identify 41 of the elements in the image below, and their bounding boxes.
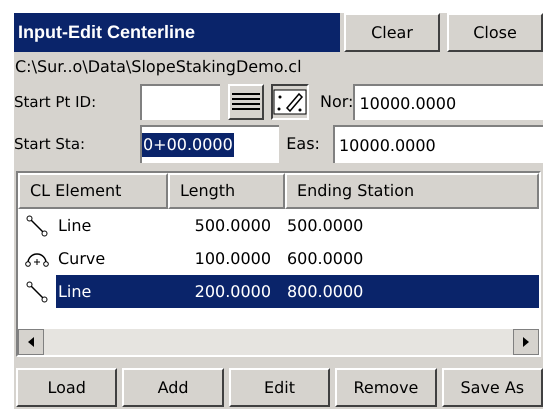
table-cell-text: Line [57, 280, 92, 302]
file-path: C:\Sur..o\Data\SlopeStakingDemo.cl [14, 56, 303, 78]
input-field[interactable]: 10000.0000 [353, 84, 543, 120]
table-cell-text: 800.0000 [286, 280, 364, 302]
table-cell-text: 100.0000 [194, 248, 272, 270]
right-arrow-icon [523, 337, 529, 347]
window-title: Input-Edit Centerline [14, 13, 340, 52]
horizontal-scrollbar[interactable] [18, 329, 539, 355]
list-icon [230, 92, 262, 112]
action-button[interactable]: Add [122, 368, 224, 407]
table-cell-text: 600.0000 [286, 248, 364, 270]
action-button[interactable]: Load [16, 368, 118, 407]
field-label: Start Sta: [14, 134, 86, 155]
field-label: Eas: [286, 133, 321, 155]
line-segment-icon [26, 214, 48, 236]
input-field[interactable]: 10000.0000 [333, 125, 543, 163]
input-field[interactable]: 0+00.0000 [140, 125, 280, 163]
field-label: Nor: [320, 91, 354, 113]
table-row[interactable]: Line 200.0000 800.0000 [56, 275, 539, 308]
table-cell-text: Line [57, 214, 92, 236]
close-button[interactable]: Close [447, 13, 543, 52]
field-label: Start Pt ID: [14, 92, 98, 113]
table-cell-text: Curve [57, 248, 106, 270]
action-button[interactable]: Edit [228, 368, 330, 407]
map-edit-icon [273, 89, 307, 115]
list-button[interactable] [228, 84, 264, 120]
table-cell-text: 500.0000 [286, 214, 364, 236]
table-cell-text: 500.0000 [194, 214, 272, 236]
pick-point-button[interactable] [271, 84, 309, 120]
left-arrow-icon [28, 337, 34, 347]
table-cell-text: 200.0000 [194, 280, 272, 302]
input-field[interactable] [140, 84, 220, 120]
column-header[interactable]: CL Element [18, 173, 168, 209]
column-header[interactable]: Ending Station [285, 173, 539, 209]
line-segment-icon [26, 280, 48, 302]
table-row[interactable]: Line 500.0000 500.0000 [56, 209, 539, 242]
clear-button[interactable]: Clear [344, 13, 440, 52]
column-header[interactable]: Length [168, 173, 285, 209]
action-button[interactable]: Remove [335, 368, 437, 407]
action-button[interactable]: Save As [442, 368, 543, 407]
table-row[interactable]: Curve 100.0000 600.0000 [56, 242, 539, 275]
